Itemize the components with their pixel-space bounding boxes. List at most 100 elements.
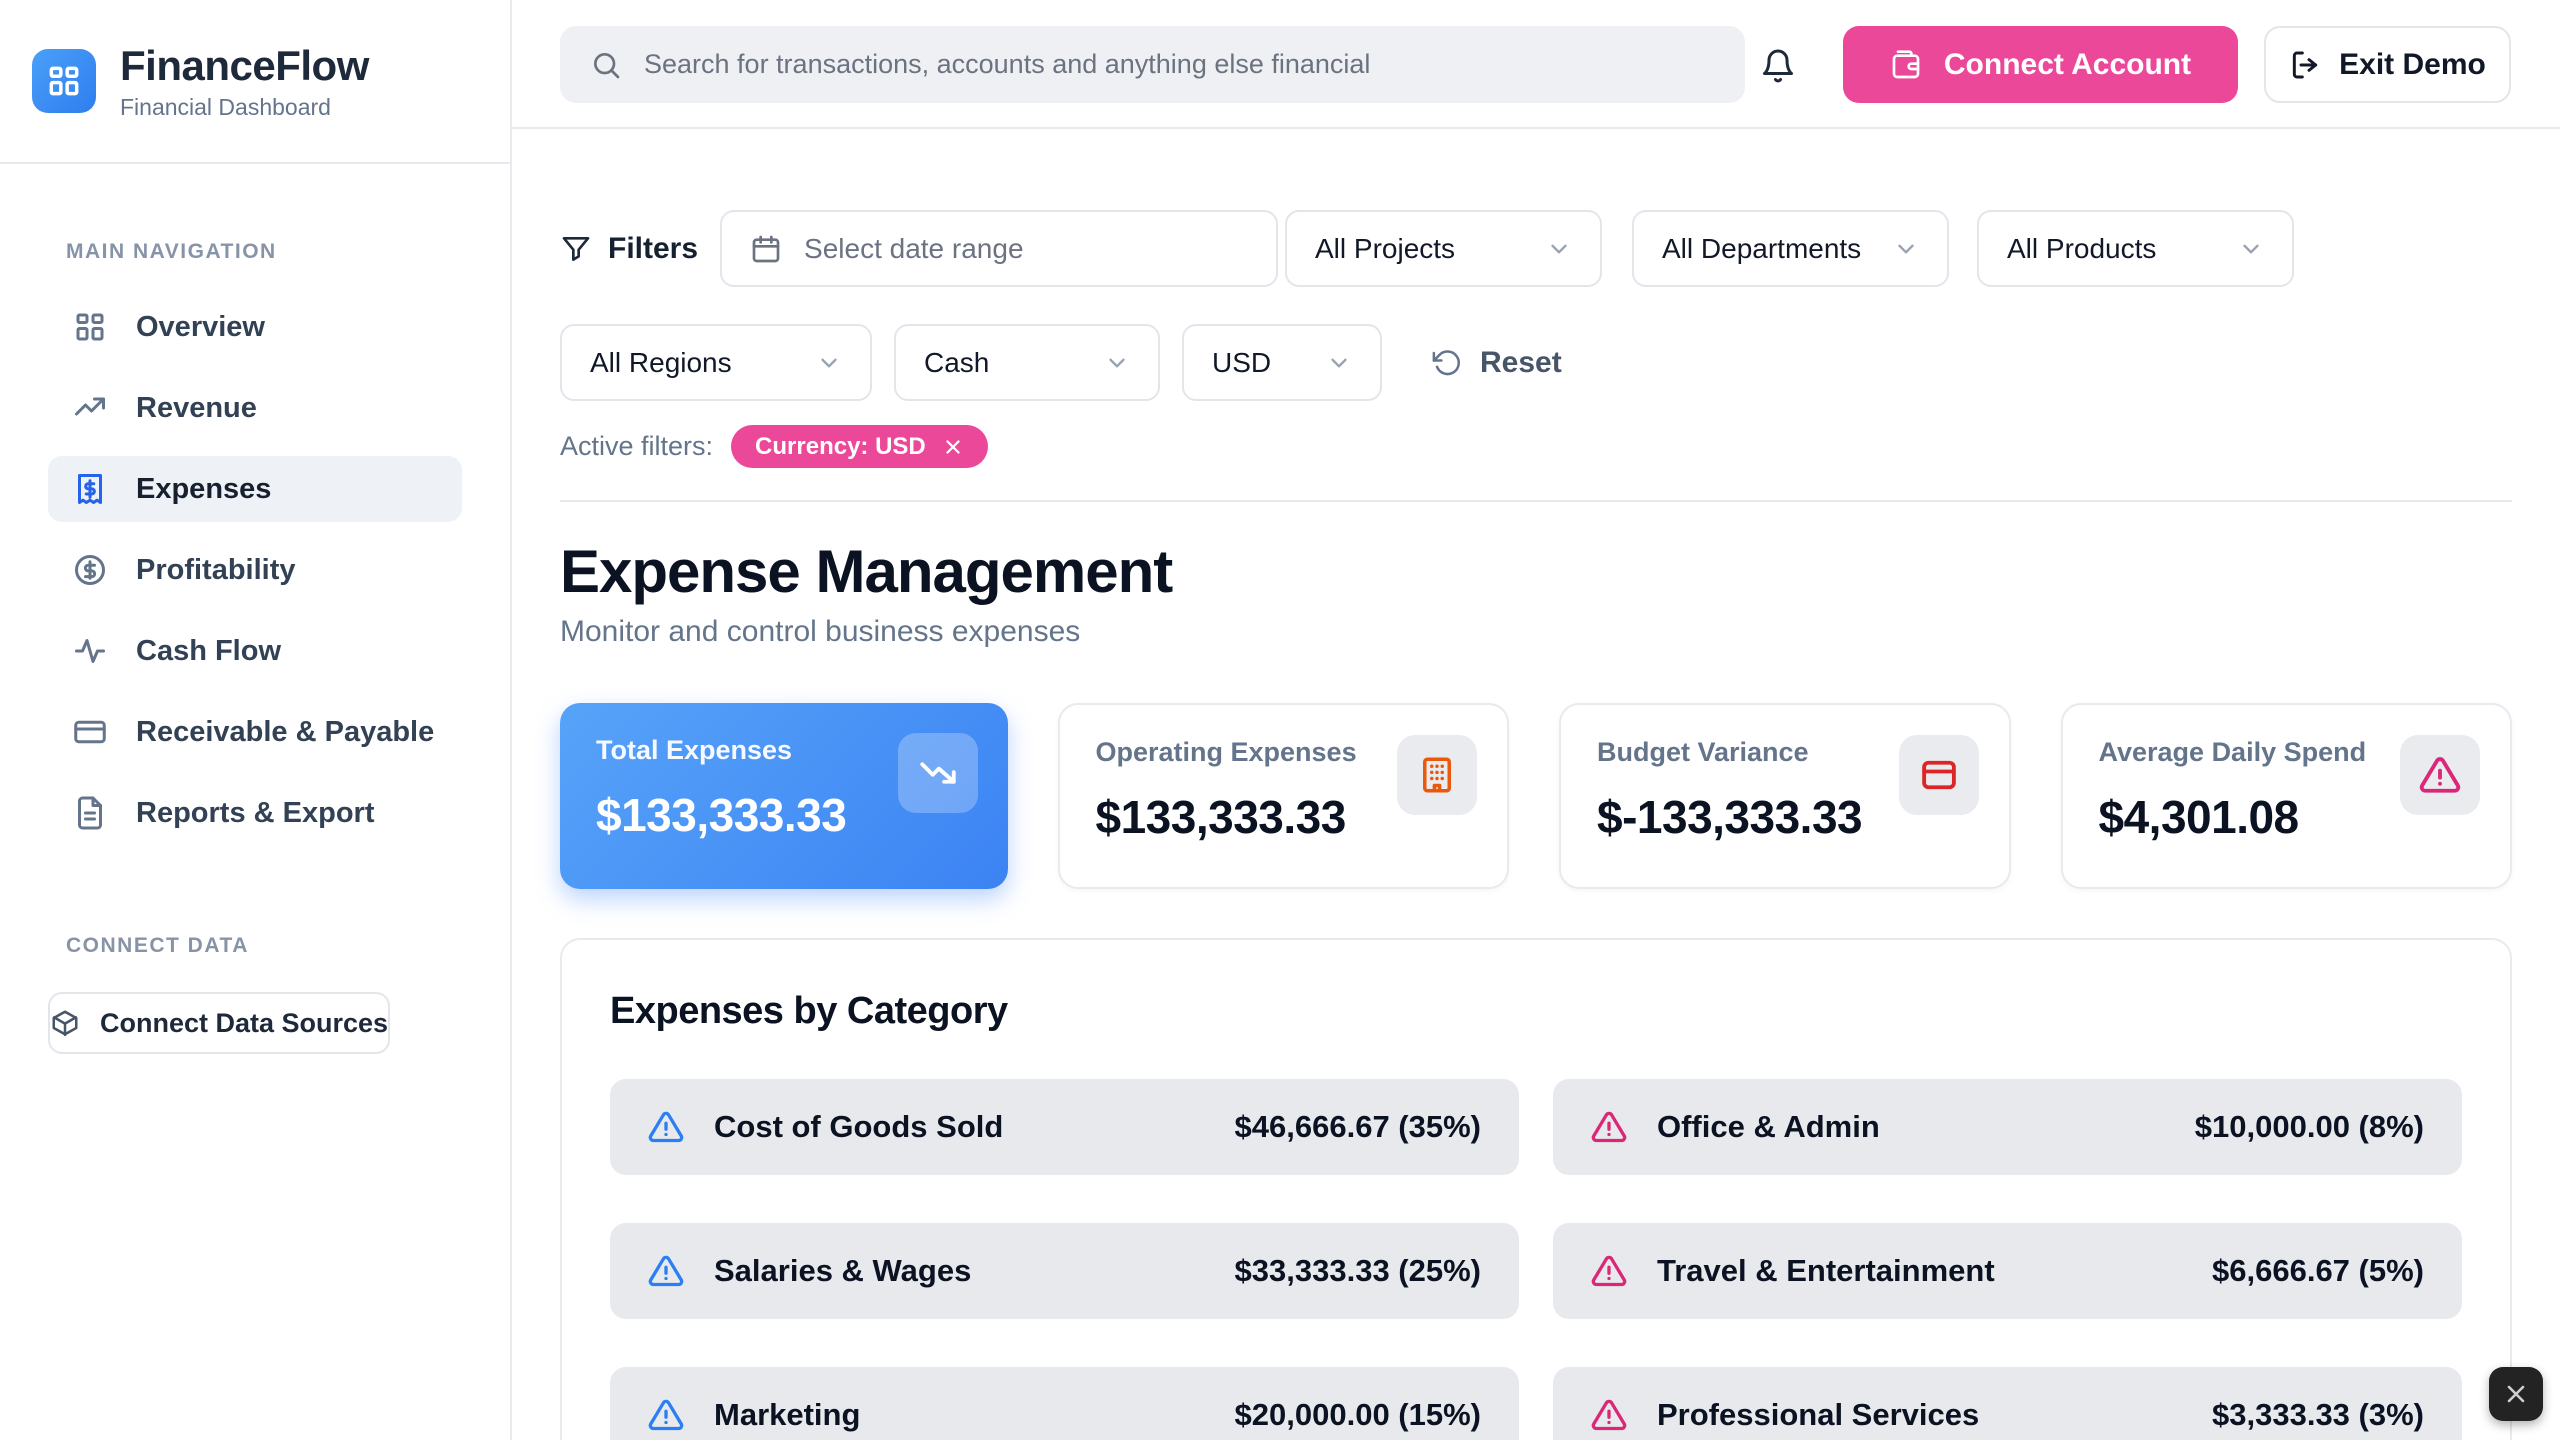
products-select[interactable]: All Products (1977, 210, 2294, 287)
funnel-icon (560, 233, 592, 265)
connect-account-button[interactable]: Connect Account (1843, 26, 2238, 103)
projects-select[interactable]: All Projects (1285, 210, 1602, 287)
exit-demo-button[interactable]: Exit Demo (2264, 26, 2511, 103)
currency-select[interactable]: USD (1182, 324, 1382, 401)
app-tagline: Financial Dashboard (120, 94, 369, 121)
app-title: FinanceFlow (120, 42, 369, 90)
trending-up-icon (72, 390, 108, 426)
kpi-operating-expenses: Operating Expenses $133,333.33 (1058, 703, 1510, 889)
alert-triangle-icon (2400, 735, 2480, 815)
dollar-circle-icon (72, 552, 108, 588)
sidebar-item-label: Revenue (136, 392, 257, 425)
sidebar-item-label: Profitability (136, 554, 296, 587)
sidebar-item-expenses[interactable]: Expenses (48, 456, 462, 522)
date-range-picker[interactable]: Select date range (720, 210, 1278, 287)
expenses-by-category-card: Expenses by Category Cost of Goods Sold … (560, 938, 2512, 1440)
category-value: $20,000.00 (15%) (1235, 1397, 1481, 1433)
exit-demo-label: Exit Demo (2339, 48, 2486, 82)
main-navigation: Overview Revenue Expenses Profitability … (0, 294, 510, 846)
logout-icon (2289, 49, 2321, 81)
chevron-down-icon (816, 350, 842, 376)
reset-filters-button[interactable]: Reset (1432, 346, 1562, 380)
trending-down-icon (898, 733, 978, 813)
kpi-average-daily-spend: Average Daily Spend $4,301.08 (2061, 703, 2513, 889)
category-label: Travel & Entertainment (1657, 1253, 2182, 1289)
building-icon (1397, 735, 1477, 815)
alert-triangle-icon (1591, 1397, 1627, 1433)
category-value: $10,000.00 (8%) (2195, 1109, 2424, 1145)
credit-card-icon (1899, 735, 1979, 815)
filters-row-2: All Regions Cash USD Reset (560, 324, 1562, 401)
alert-triangle-icon (1591, 1109, 1627, 1145)
departments-select[interactable]: All Departments (1632, 210, 1949, 287)
chevron-down-icon (1893, 236, 1919, 262)
category-label: Office & Admin (1657, 1109, 2165, 1145)
active-filters: Active filters: Currency: USD (560, 425, 988, 468)
sidebar-item-label: Overview (136, 311, 265, 344)
category-row-travel-entertainment: Travel & Entertainment $6,666.67 (5%) (1553, 1223, 2462, 1319)
notifications-bell-button[interactable] (1760, 46, 1800, 86)
rotate-ccw-icon (1432, 348, 1462, 378)
category-label: Salaries & Wages (714, 1253, 1205, 1289)
topbar: Connect Account Exit Demo (512, 0, 2560, 129)
kpi-cards: Total Expenses $133,333.33 Operating Exp… (560, 703, 2512, 889)
sidebar-item-label: Cash Flow (136, 635, 281, 668)
category-value: $6,666.67 (5%) (2212, 1253, 2424, 1289)
receipt-icon (72, 471, 108, 507)
category-row-cost-of-goods-sold: Cost of Goods Sold $46,666.67 (35%) (610, 1079, 1519, 1175)
connect-data-sources-label: Connect Data Sources (100, 1008, 388, 1039)
x-icon (2502, 1380, 2530, 1408)
sidebar-item-cash-flow[interactable]: Cash Flow (48, 618, 462, 684)
sidebar-item-revenue[interactable]: Revenue (48, 375, 462, 441)
sidebar-item-overview[interactable]: Overview (48, 294, 462, 360)
date-range-placeholder: Select date range (804, 233, 1024, 265)
x-icon[interactable] (942, 436, 964, 458)
expenses-by-category-title: Expenses by Category (610, 990, 2462, 1033)
category-label: Cost of Goods Sold (714, 1109, 1205, 1145)
page-title: Expense Management (560, 537, 1172, 606)
alert-triangle-icon (1591, 1253, 1627, 1289)
credit-card-icon (72, 714, 108, 750)
sidebar-item-label: Reports & Export (136, 797, 374, 830)
connect-data-heading: CONNECT DATA (66, 934, 510, 958)
sidebar-item-profitability[interactable]: Profitability (48, 537, 462, 603)
brand: FinanceFlow Financial Dashboard (0, 0, 510, 164)
dashboard-grid-icon (72, 309, 108, 345)
reset-label: Reset (1480, 346, 1562, 380)
page-subtitle: Monitor and control business expenses (560, 615, 1080, 649)
currency-filter-chip[interactable]: Currency: USD (731, 425, 988, 468)
finance-flow-logo (32, 49, 96, 113)
category-row-marketing: Marketing $20,000.00 (15%) (610, 1367, 1519, 1440)
wallet-icon (1890, 49, 1922, 81)
connect-data-sources-button[interactable]: Connect Data Sources (48, 992, 390, 1054)
activity-icon (72, 633, 108, 669)
regions-select[interactable]: All Regions (560, 324, 872, 401)
sidebar-item-reports-export[interactable]: Reports & Export (48, 780, 462, 846)
calendar-icon (750, 233, 782, 265)
alert-triangle-icon (648, 1397, 684, 1433)
main-content: Filters Select date range All Projects A… (512, 129, 2560, 1440)
search-icon (590, 49, 622, 81)
alert-triangle-icon (648, 1109, 684, 1145)
nav-section-heading: MAIN NAVIGATION (66, 240, 510, 264)
alert-triangle-icon (648, 1253, 684, 1289)
category-row-salaries-wages: Salaries & Wages $33,333.33 (25%) (610, 1223, 1519, 1319)
bell-icon (1760, 48, 1800, 84)
floating-close-button[interactable] (2489, 1367, 2543, 1421)
chevron-down-icon (1326, 350, 1352, 376)
category-value: $3,333.33 (3%) (2212, 1397, 2424, 1433)
chevron-down-icon (1546, 236, 1572, 262)
category-row-professional-services: Professional Services $3,333.33 (3%) (1553, 1367, 2462, 1440)
category-value: $46,666.67 (35%) (1235, 1109, 1481, 1145)
search-input[interactable] (644, 49, 1715, 80)
category-grid: Cost of Goods Sold $46,666.67 (35%) Offi… (610, 1079, 2462, 1440)
payment-method-select[interactable]: Cash (894, 324, 1160, 401)
sidebar-item-receivable-payable[interactable]: Receivable & Payable (48, 699, 462, 765)
file-text-icon (72, 795, 108, 831)
category-label: Professional Services (1657, 1397, 2182, 1433)
global-search[interactable] (560, 26, 1745, 103)
sidebar: FinanceFlow Financial Dashboard MAIN NAV… (0, 0, 512, 1440)
connect-account-label: Connect Account (1944, 48, 2191, 82)
kpi-total-expenses: Total Expenses $133,333.33 (560, 703, 1008, 889)
category-row-office-admin: Office & Admin $10,000.00 (8%) (1553, 1079, 2462, 1175)
